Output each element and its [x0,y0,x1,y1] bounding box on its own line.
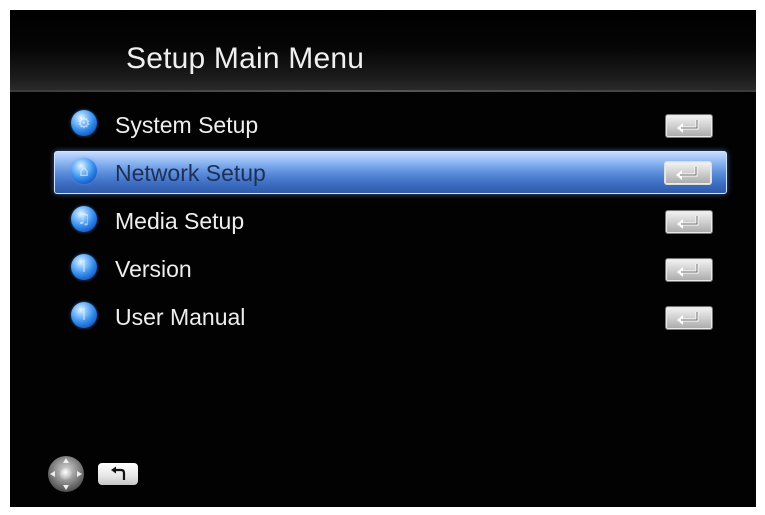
menu-item-label: User Manual [115,304,246,330]
menu-item-label: Version [115,256,192,282]
ok-center-icon [60,468,72,480]
menu-item-user-manual[interactable]: i User Manual [55,296,725,336]
enter-key-icon[interactable] [665,114,713,138]
menu-item-label: Media Setup [115,208,245,234]
arrow-up-icon [63,458,69,463]
arrow-down-icon [63,485,69,490]
menu-item-label: System Setup [115,112,259,138]
menu-item-network-setup[interactable]: ⌂ Network Setup [54,151,727,194]
enter-key-icon[interactable] [664,161,712,185]
media-setup-icon: ♫ [71,206,97,232]
enter-key-icon[interactable] [665,306,713,330]
system-setup-icon: ⚙ [71,110,97,136]
enter-key-icon[interactable] [665,258,713,282]
title-bar: Setup Main Menu [10,10,756,92]
menu-item-label: Network Setup [115,160,266,186]
return-key-icon[interactable] [98,463,138,485]
enter-key-icon[interactable] [665,210,713,234]
network-setup-icon: ⌂ [71,158,97,184]
menu-item-system-setup[interactable]: ⚙ System Setup [55,104,725,144]
arrow-left-icon [50,471,55,477]
version-icon: i [71,254,97,280]
arrow-right-icon [77,471,82,477]
page-title: Setup Main Menu [126,42,365,75]
menu-item-media-setup[interactable]: ♫ Media Setup [55,200,725,240]
setup-screen: Setup Main Menu ⚙ System Setup ⌂ Network… [10,10,756,507]
menu-item-version[interactable]: i Version [55,248,725,288]
user-manual-icon: i [71,302,97,328]
remote-navigation-pad-icon [48,456,84,492]
